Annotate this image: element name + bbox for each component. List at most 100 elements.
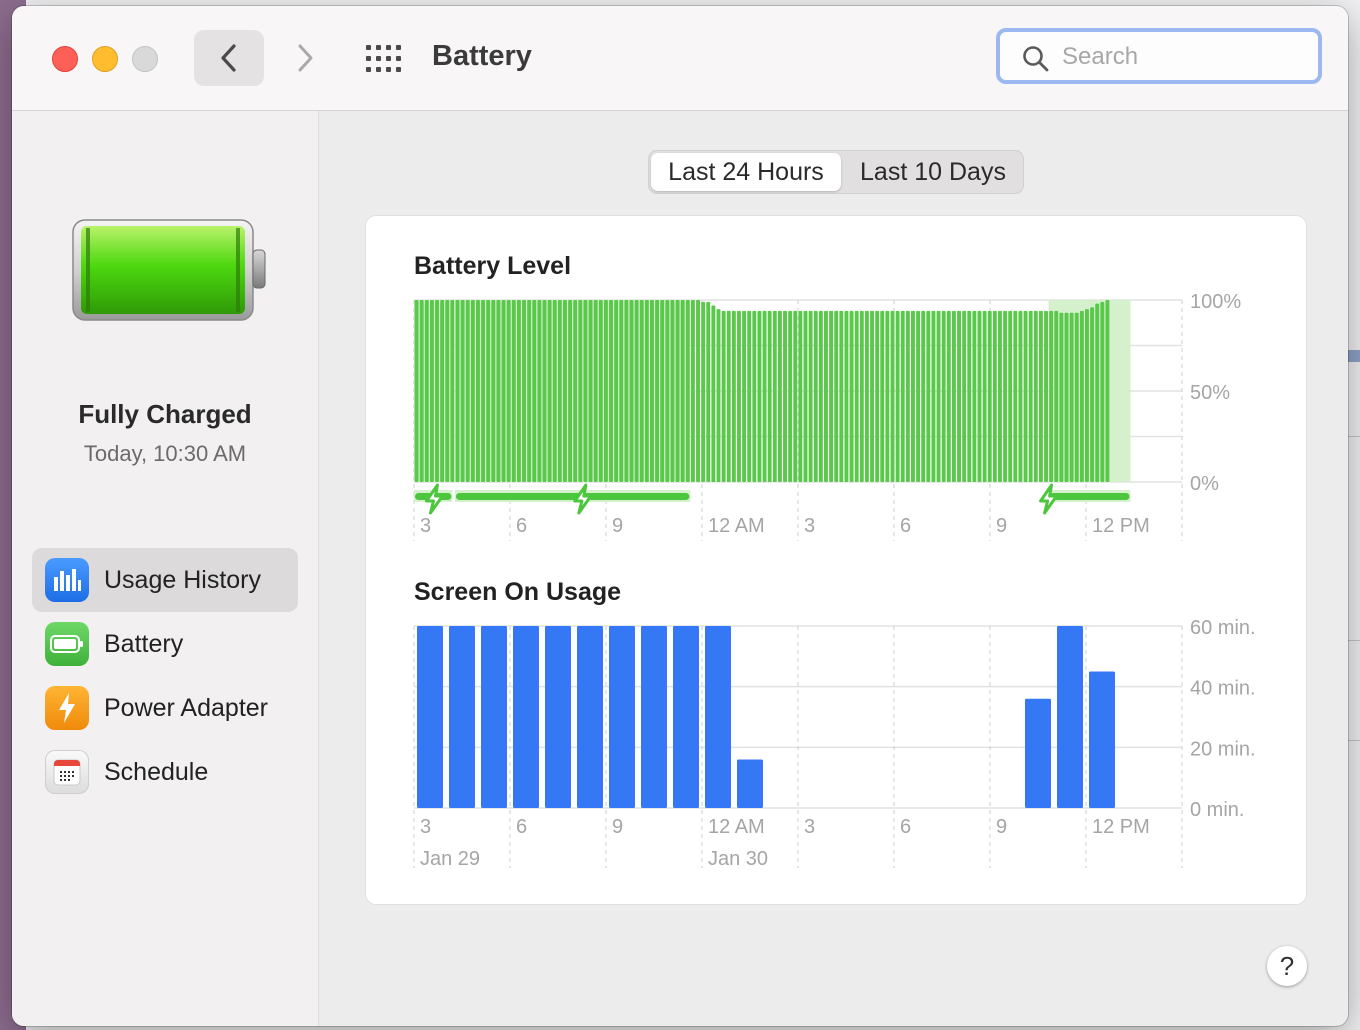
battery-level-bar	[747, 310, 752, 482]
battery-preferences-window: Battery Search Fully Charged Today, 10:3…	[12, 6, 1348, 1026]
battery-level-bar	[890, 310, 895, 482]
sidebar-item-power-adapter[interactable]: Power Adapter	[32, 676, 298, 740]
battery-level-bar	[1105, 300, 1110, 482]
tab-last-24-hours[interactable]: Last 24 Hours	[651, 153, 841, 191]
battery-level-bar	[573, 300, 578, 482]
sidebar-item-usage-history[interactable]: Usage History	[32, 548, 298, 612]
battery-level-bar	[767, 310, 772, 482]
battery-level-bar	[644, 300, 649, 482]
battery-level-bar	[808, 310, 813, 482]
screen-on-usage-bar	[1025, 698, 1051, 808]
battery-level-bar	[885, 310, 890, 482]
calendar-icon	[45, 750, 89, 794]
battery-level-bar	[563, 300, 567, 482]
usage-x-tick: 3	[420, 816, 431, 838]
battery-level-bar	[542, 300, 547, 482]
battery-level-bar	[818, 310, 823, 482]
battery-level-bar	[737, 310, 741, 482]
screen-on-usage-bar	[1089, 671, 1115, 808]
battery-level-bar	[1079, 310, 1084, 482]
battery-level-bar	[829, 310, 834, 482]
battery-level-bar	[1069, 312, 1074, 482]
battery-level-bar	[481, 300, 486, 482]
battery-level-bar	[1074, 312, 1079, 482]
tab-last-10-days[interactable]: Last 10 Days	[845, 153, 1021, 191]
time-range-segmented-control: Last 24 Hours Last 10 Days	[648, 150, 1024, 194]
sidebar-item-battery[interactable]: Battery	[32, 612, 298, 676]
battery-level-bar	[726, 310, 731, 482]
battery-level-bar	[660, 300, 665, 482]
close-button[interactable]	[52, 46, 78, 72]
battery-level-bar	[578, 300, 583, 482]
battery-level-bar	[941, 310, 946, 482]
battery-y-tick: 0%	[1190, 473, 1219, 495]
battery-level-bar	[476, 300, 480, 482]
usage-history-card: Battery Level Screen On Usage 100% 50% 0% 3…	[366, 216, 1306, 904]
back-button[interactable]	[194, 30, 264, 86]
battery-level-bar	[665, 300, 670, 482]
zoom-button[interactable]	[132, 46, 158, 72]
battery-level-bar	[752, 310, 757, 482]
help-button[interactable]: ?	[1267, 946, 1307, 986]
battery-level-bar	[496, 300, 501, 482]
battery-level-bar	[450, 300, 455, 482]
battery-level-bar	[859, 310, 864, 482]
battery-level-bar	[1049, 310, 1054, 482]
screen-on-usage-bar	[481, 626, 507, 808]
battery-level-bar	[936, 310, 941, 482]
battery-level-bar	[982, 310, 987, 482]
battery-level-bar	[516, 300, 521, 482]
battery-level-bar	[609, 300, 613, 482]
battery-level-bar	[537, 300, 542, 482]
charging-bolt-icon	[1039, 483, 1059, 515]
search-input[interactable]	[1060, 40, 1304, 74]
forward-button[interactable]	[280, 30, 330, 86]
screen-on-usage-bar	[705, 626, 731, 808]
screen-on-usage-bar	[577, 626, 603, 808]
background-line	[1348, 640, 1360, 641]
usage-date-label: Jan 29	[420, 848, 480, 870]
battery-level-bar	[824, 310, 828, 482]
battery-level-bar	[624, 300, 629, 482]
usage-date-label: Jan 30	[708, 848, 768, 870]
battery-level-bar	[619, 300, 624, 482]
usage-x-tick: 3	[804, 816, 815, 838]
search-field[interactable]	[996, 28, 1322, 84]
battery-level-bar	[987, 310, 992, 482]
sidebar-item-label: Usage History	[104, 565, 261, 594]
charging-period-line	[455, 493, 690, 500]
battery-level-bar	[701, 301, 706, 482]
battery-level-bar	[962, 310, 967, 482]
battery-level-bar	[977, 310, 982, 482]
show-all-button[interactable]	[364, 44, 404, 74]
battery-x-tick: 12 AM	[708, 515, 765, 537]
battery-level-bar	[742, 310, 747, 482]
battery-level-bar	[414, 300, 419, 482]
usage-y-tick: 0 min.	[1190, 799, 1244, 821]
minimize-button[interactable]	[92, 46, 118, 72]
charging-bolt-icon	[573, 483, 593, 515]
sidebar-item-schedule[interactable]: Schedule	[32, 740, 298, 804]
battery-full-icon	[72, 219, 266, 321]
battery-level-bar	[880, 310, 885, 482]
battery-level-bar	[1023, 310, 1028, 482]
battery-level-bar	[532, 300, 537, 482]
battery-icon	[45, 622, 89, 666]
usage-y-tick: 40 min.	[1190, 678, 1256, 700]
battery-level-bar	[690, 300, 695, 482]
usage-x-tick: 6	[516, 816, 527, 838]
battery-level-bar	[568, 300, 573, 482]
battery-x-tick: 12 PM	[1092, 515, 1150, 537]
grid-icon	[366, 45, 401, 72]
battery-level-bar	[864, 310, 869, 482]
battery-level-bar	[1095, 303, 1100, 482]
screen-on-usage-bar	[417, 626, 443, 808]
battery-level-bar	[1044, 310, 1048, 482]
battery-level-bar	[603, 300, 608, 482]
battery-level-bar	[772, 310, 777, 482]
battery-level-bar	[854, 310, 859, 482]
battery-level-bar	[629, 300, 634, 482]
battery-level-bar	[465, 300, 470, 482]
sidebar-item-label: Power Adapter	[104, 693, 268, 722]
screen-on-usage-bar	[609, 626, 635, 808]
